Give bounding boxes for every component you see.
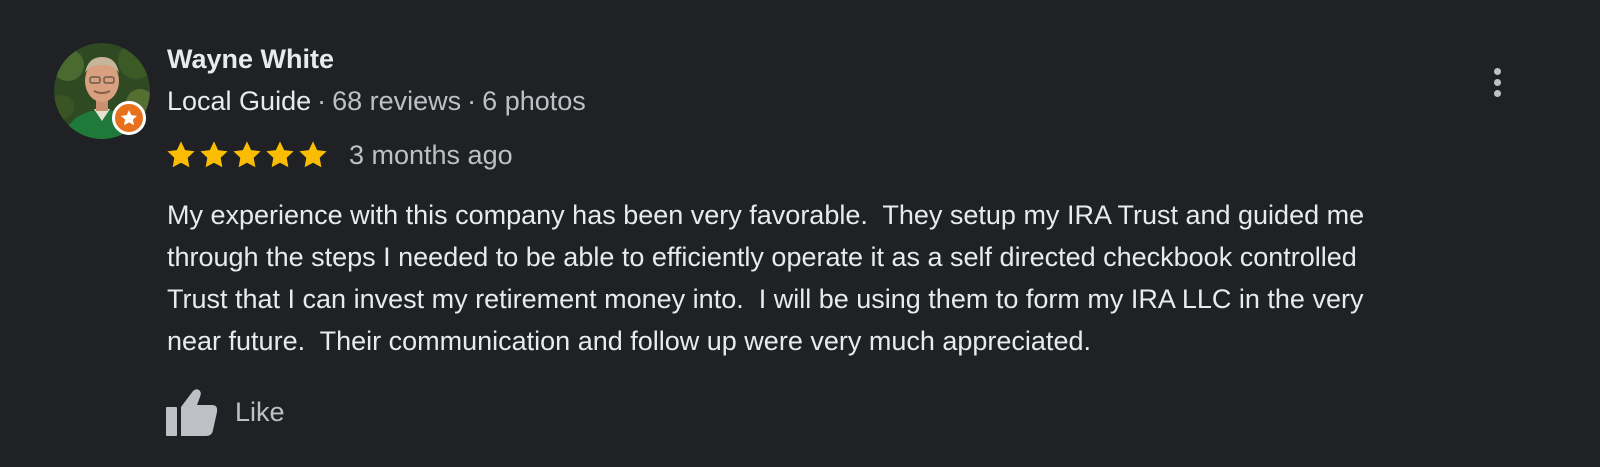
review-time: 3 months ago [349, 140, 513, 170]
thumbs-up-icon [166, 389, 218, 436]
star-icon [297, 139, 329, 171]
star-icon [198, 139, 230, 171]
star-icon [120, 110, 138, 126]
reviewer-name[interactable]: Wayne White [167, 42, 334, 76]
more-options-button[interactable] [1480, 60, 1514, 104]
reviewer-avatar[interactable] [54, 43, 150, 139]
review-count: 68 reviews [332, 86, 462, 116]
star-icon [165, 139, 197, 171]
meta-separator: · [467, 86, 477, 116]
rating-row: 3 months ago [165, 137, 513, 173]
star-icon [231, 139, 263, 171]
review-text: My experience with this company has been… [167, 194, 1547, 362]
review-card: Wayne White Local Guide · 68 reviews · 6 pho… [0, 0, 1600, 467]
review-text-line: Trust that I can invest my retirement mo… [167, 284, 1364, 314]
like-label: Like [235, 397, 285, 427]
review-text-line: through the steps I needed to be able to… [167, 242, 1357, 272]
star-rating [165, 139, 329, 171]
like-button[interactable]: Like [165, 384, 285, 440]
star-icon [264, 139, 296, 171]
local-guide-badge [112, 101, 146, 135]
reviewer-meta: Local Guide · 68 reviews · 6 photos [167, 84, 586, 118]
review-text-line: My experience with this company has been… [167, 200, 1365, 230]
more-vert-icon [1493, 67, 1501, 75]
local-guide-label: Local Guide [167, 86, 312, 116]
review-text-line: near future. Their communication and fol… [167, 326, 1091, 356]
meta-separator: · [317, 86, 327, 116]
photo-count: 6 photos [482, 86, 586, 116]
